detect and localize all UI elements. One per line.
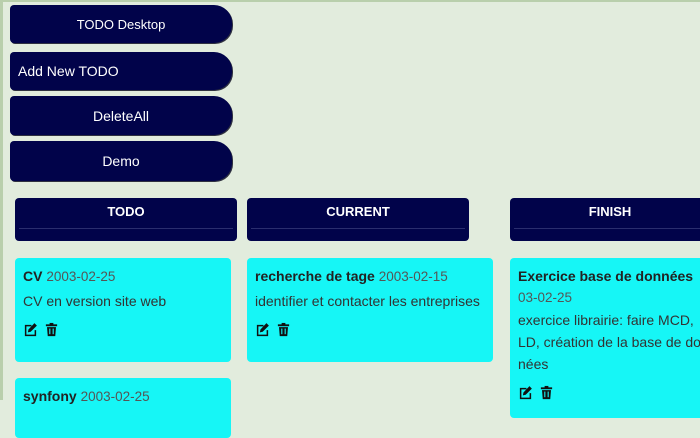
delete-all-button[interactable]: DeleteAll: [10, 96, 232, 135]
column-title-todo: TODO: [107, 204, 145, 219]
header-divider: [514, 228, 700, 229]
card-description-line: LD, création de la base de do: [518, 334, 700, 350]
column-header-todo: TODO: [15, 198, 237, 241]
card-title: synfony: [23, 388, 77, 404]
card-date: 03-02-25: [518, 290, 573, 305]
card-description: exercice librairie: faire MCD, LD, créat…: [518, 309, 700, 375]
card-date: 2003-02-25: [80, 389, 150, 404]
todo-card[interactable]: CV 2003-02-25 CV en version site web: [15, 258, 231, 362]
todo-card[interactable]: synfony 2003-02-25: [15, 378, 231, 438]
add-new-todo-button[interactable]: Add New TODO: [10, 52, 232, 90]
card-description-line: exercice librairie: faire MCD,: [518, 312, 694, 328]
column-header-current: CURRENT: [247, 198, 469, 241]
card-description: identifier et contacter les entreprises: [255, 293, 480, 309]
header-divider: [19, 228, 233, 229]
card-description: CV en version site web: [23, 293, 167, 309]
card-title: recherche de tage: [255, 268, 375, 284]
card-actions: [23, 322, 223, 337]
card-actions: [518, 385, 700, 400]
edit-icon[interactable]: [518, 385, 533, 400]
card-description-line: nées: [518, 356, 549, 372]
finish-card[interactable]: Exercice base de données 03-02-25 exerci…: [510, 258, 700, 418]
column-title-finish: FINISH: [588, 204, 632, 219]
trash-icon[interactable]: [276, 322, 291, 337]
window-left-edge: [0, 0, 3, 400]
edit-icon[interactable]: [23, 322, 38, 337]
card-date: 2003-02-15: [378, 269, 448, 284]
edit-icon[interactable]: [255, 322, 270, 337]
header-divider: [251, 228, 465, 229]
current-card[interactable]: recherche de tage 2003-02-15 identifier …: [247, 258, 493, 362]
card-title: Exercice base de données: [518, 268, 694, 284]
window-top-edge: [0, 0, 700, 2]
trash-icon[interactable]: [539, 385, 554, 400]
card-title: CV: [23, 268, 43, 284]
app-title-button[interactable]: TODO Desktop: [10, 5, 232, 43]
trash-icon[interactable]: [44, 322, 59, 337]
column-header-finish: FINISH: [510, 198, 700, 241]
demo-button[interactable]: Demo: [10, 141, 232, 181]
column-title-current: CURRENT: [326, 204, 390, 219]
card-date: 2003-02-25: [46, 269, 116, 284]
card-actions: [255, 322, 485, 337]
